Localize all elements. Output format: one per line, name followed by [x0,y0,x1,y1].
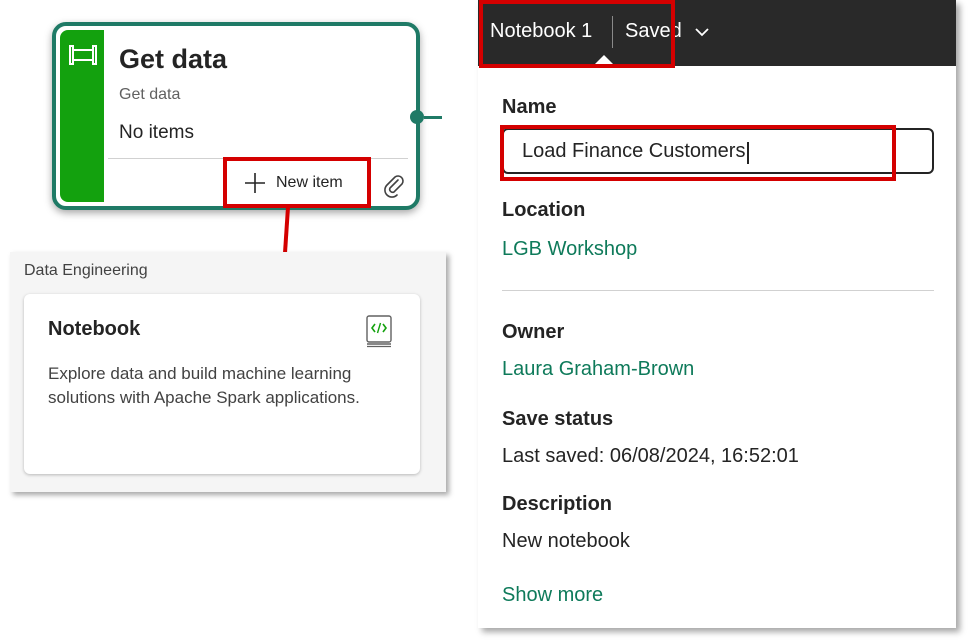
location-label: Location [502,199,586,221]
location-link[interactable]: LGB Workshop [502,238,637,261]
name-input-callout [500,125,896,181]
details-divider [502,290,934,291]
get-data-subtitle: Get data [119,86,181,103]
notebook-card-description: Explore data and build machine learning … [48,364,360,407]
last-saved-text: Last saved: 06/08/2024, 16:52:01 [502,445,799,467]
owner-link[interactable]: Laura Graham-Brown [502,358,694,381]
name-label: Name [502,96,557,118]
notebook-details-panel: Notebook 1 Saved Name Location LGB Works… [478,0,956,628]
owner-label: Owner [502,321,565,343]
get-data-title: Get data [119,44,228,74]
connector-line [424,116,442,119]
description-text: New notebook [502,530,630,552]
save-status-label: Save status [502,408,614,430]
no-items-text: No items [119,122,194,143]
header-callout [479,0,675,68]
get-data-accent-stripe [60,30,104,202]
notebook-card-title: Notebook [48,318,141,340]
notebook-code-icon [366,315,392,348]
pipeline-icon [69,45,97,65]
connector-dot[interactable] [410,110,424,124]
data-engineering-panel: Data Engineering Notebook Explore data a… [10,252,446,492]
paperclip-icon[interactable] [382,174,406,198]
notebook-card[interactable]: Notebook Explore data and build machine … [24,294,420,474]
chevron-down-icon[interactable] [694,26,710,38]
section-label: Data Engineering [24,262,148,279]
show-more-link[interactable]: Show more [502,584,603,607]
new-item-callout [223,157,371,208]
description-label: Description [502,493,613,515]
